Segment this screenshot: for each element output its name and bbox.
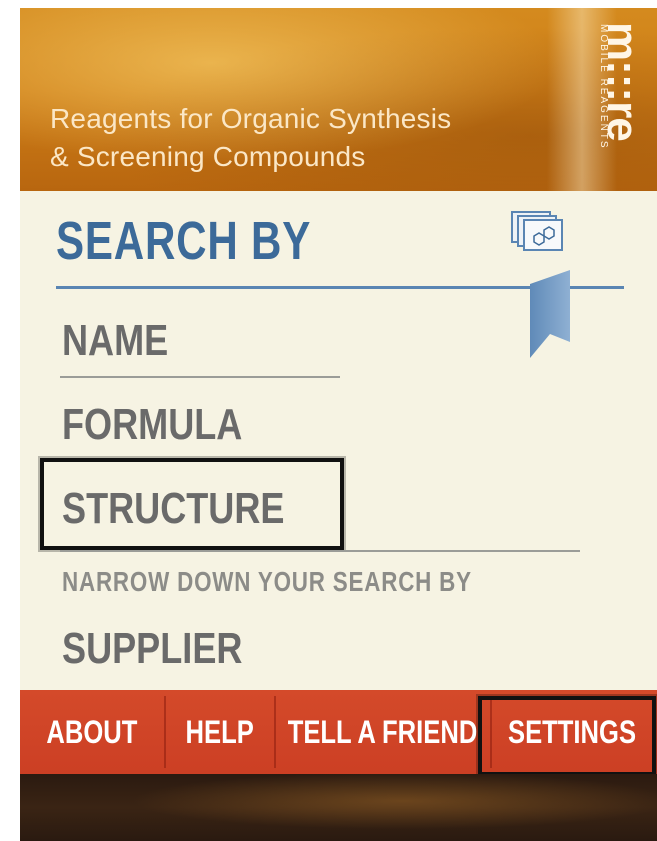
search-by-supplier[interactable]: SUPPLIER: [62, 624, 242, 674]
nav-about-label: ABOUT: [46, 713, 138, 750]
logo-subtitle: MOBILE REAGENTS: [598, 24, 609, 150]
search-by-name[interactable]: NAME: [62, 316, 168, 366]
narrow-search-label: NARROW DOWN YOUR SEARCH BY: [62, 566, 472, 597]
divider-name: [60, 376, 340, 378]
bottom-nav: ABOUT HELP TELL A FRIEND SETTINGS: [20, 690, 657, 776]
tagline-line-1: Reagents for Organic Synthesis: [50, 103, 452, 134]
search-by-formula[interactable]: FORMULA: [62, 400, 242, 450]
header-banner: Reagents for Organic Synthesis & Screeni…: [20, 8, 657, 191]
search-by-structure[interactable]: STRUCTURE: [62, 484, 284, 534]
structure-stack-icon[interactable]: [510, 210, 566, 254]
divider-structure: [60, 550, 580, 552]
tagline: Reagents for Organic Synthesis & Screeni…: [50, 100, 520, 176]
app-screen: Reagents for Organic Synthesis & Screeni…: [20, 8, 657, 841]
search-by-title: SEARCH BY: [56, 211, 312, 271]
nav-tell-a-friend[interactable]: TELL A FRIEND: [276, 690, 490, 774]
tagline-line-2: & Screening Compounds: [50, 141, 366, 172]
nav-tell-a-friend-label: TELL A FRIEND: [288, 713, 478, 750]
footer-background-photo: [20, 774, 657, 841]
nav-help-label: HELP: [185, 713, 255, 750]
settings-highlight: [478, 696, 656, 776]
nav-about[interactable]: ABOUT: [20, 690, 164, 774]
bookmark-icon[interactable]: [528, 270, 572, 362]
more-logo: m:::re MOBILE REAGENTS: [593, 22, 649, 170]
nav-help[interactable]: HELP: [166, 690, 274, 774]
